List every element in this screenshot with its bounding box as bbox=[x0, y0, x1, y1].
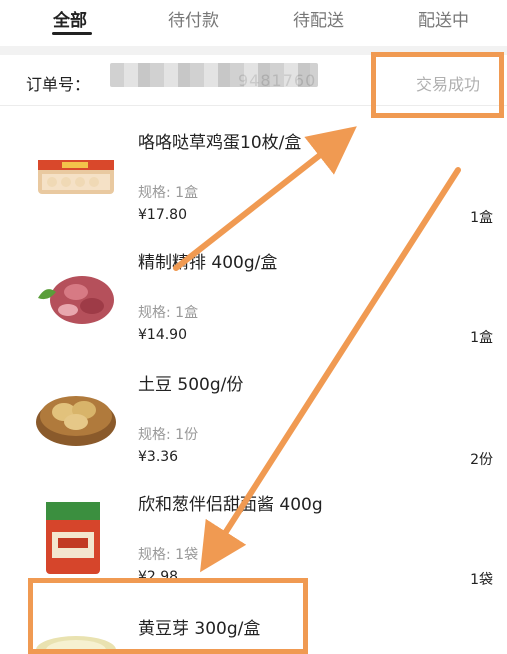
item-spec: 规格: 1袋 bbox=[138, 547, 199, 563]
list-item[interactable]: 咯咯哒草鸡蛋10枚/盒 规格: 1盒 ¥17.80 1盒 bbox=[0, 108, 507, 228]
item-spec: 规格: 1盒 bbox=[138, 305, 199, 321]
order-tabs: 全部 待付款 待配送 配送中 bbox=[0, 0, 507, 46]
potato-thumbnail bbox=[32, 380, 120, 450]
status-highlight-box bbox=[371, 52, 504, 118]
item-name: 土豆 500g/份 bbox=[138, 375, 244, 395]
list-item[interactable]: 精制精排 400g/盒 规格: 1盒 ¥14.90 1盒 bbox=[0, 228, 507, 348]
item-name: 咯咯哒草鸡蛋10枚/盒 bbox=[138, 133, 302, 153]
item-quantity: 2份 bbox=[470, 452, 493, 468]
item-spec: 规格: 1盒 bbox=[138, 185, 199, 201]
list-item[interactable]: 欣和葱伴侣甜面酱 400g 规格: 1袋 ¥2.98 1袋 bbox=[0, 470, 507, 590]
item-name: 精制精排 400g/盒 bbox=[138, 253, 278, 273]
order-number-label: 订单号： bbox=[26, 75, 91, 94]
item-highlight-box bbox=[28, 578, 308, 654]
item-price: ¥17.80 bbox=[138, 207, 187, 223]
item-spec: 规格: 1份 bbox=[138, 427, 199, 443]
item-quantity: 1袋 bbox=[470, 572, 493, 588]
tab-delivering[interactable]: 配送中 bbox=[418, 6, 469, 31]
active-tab-indicator bbox=[52, 32, 92, 35]
item-price: ¥3.36 bbox=[138, 449, 179, 465]
sauce-thumbnail bbox=[42, 498, 104, 578]
tab-all[interactable]: 全部 bbox=[53, 6, 87, 31]
ribs-thumbnail bbox=[32, 262, 120, 332]
item-name: 欣和葱伴侣甜面酱 400g bbox=[138, 495, 323, 515]
tab-pending-payment[interactable]: 待付款 bbox=[168, 6, 219, 31]
item-quantity: 1盒 bbox=[470, 210, 493, 226]
tab-pending-delivery[interactable]: 待配送 bbox=[293, 6, 344, 31]
item-quantity: 1盒 bbox=[470, 330, 493, 346]
redacted-order-number bbox=[110, 63, 318, 87]
item-price: ¥14.90 bbox=[138, 327, 187, 343]
list-item[interactable]: 土豆 500g/份 规格: 1份 ¥3.36 2份 bbox=[0, 350, 507, 470]
eggs-thumbnail bbox=[32, 142, 120, 212]
